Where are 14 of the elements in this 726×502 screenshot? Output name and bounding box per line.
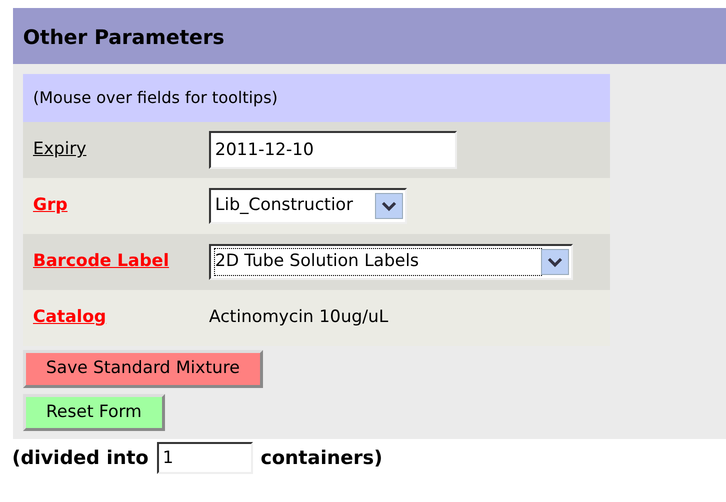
divided-label: (divided into bbox=[12, 446, 149, 471]
caret-icon[interactable] bbox=[375, 193, 403, 219]
caret-icon[interactable] bbox=[541, 249, 569, 275]
date-field[interactable]: 2011-12-10 bbox=[209, 131, 457, 169]
containers-label: containers) bbox=[260, 446, 383, 471]
tooltip-hint: (Mouse over fields for tooltips) bbox=[23, 74, 610, 122]
dropdown[interactable]: Lib_Constructior bbox=[209, 188, 407, 224]
dropdown[interactable]: 2D Tube Solution Labels bbox=[209, 244, 573, 280]
reset-button[interactable]: Reset Form bbox=[23, 394, 165, 431]
save-button[interactable]: Save Standard Mixture bbox=[23, 350, 263, 388]
panel-title: Other Parameters bbox=[13, 8, 726, 64]
field-value: Actinomycin 10ug/uL bbox=[209, 306, 388, 330]
field-label[interactable]: Expiry bbox=[33, 137, 209, 163]
container-count-field[interactable]: 1 bbox=[156, 442, 253, 474]
